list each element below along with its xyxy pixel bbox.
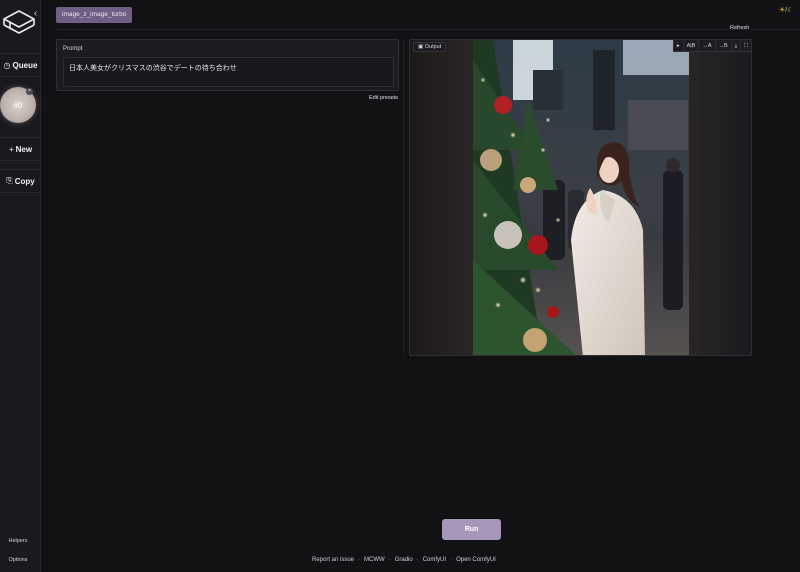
copy-icon: ⎘ bbox=[6, 176, 13, 185]
footer-separator: · bbox=[416, 557, 419, 563]
report-issue-link[interactable]: Report an issue bbox=[312, 557, 354, 563]
collapse-sidebar-button[interactable]: ‹ bbox=[31, 8, 40, 20]
send-to-a-button[interactable]: →A bbox=[699, 40, 716, 51]
queue-button[interactable]: ◷ Queue bbox=[0, 53, 41, 77]
panel-divider bbox=[403, 39, 404, 357]
edit-presets-button[interactable]: Edit presets bbox=[369, 95, 398, 101]
image-icon: ▣ bbox=[418, 44, 425, 50]
send-to-b-button[interactable]: →B bbox=[716, 40, 732, 51]
queue-label: Queue bbox=[12, 60, 38, 70]
run-button[interactable]: Run bbox=[442, 519, 501, 540]
prompt-label: Prompt bbox=[63, 46, 83, 52]
footer-separator: · bbox=[450, 557, 453, 563]
output-toolbar: ▸ A|B →A →B ⤓ ⛶ bbox=[672, 40, 751, 52]
helpers-link[interactable]: Helpers bbox=[0, 538, 36, 544]
new-label: New bbox=[15, 144, 33, 154]
prompt-input[interactable]: 日本人美女がクリスマスの渋谷でデートの待ち合わせ bbox=[63, 57, 394, 87]
output-panel: ▣ Output ▸ A|B →A →B ⤓ ⛶ bbox=[409, 39, 752, 356]
gradio-link[interactable]: Gradio bbox=[395, 557, 413, 563]
footer-links: Report an issue · MCWW · Gradio · ComfyUI · Open… bbox=[312, 557, 496, 563]
theme-toggle[interactable]: ☀/☾ bbox=[779, 6, 794, 14]
copy-button[interactable]: ⎘ Copy bbox=[0, 169, 41, 193]
new-button[interactable]: + New bbox=[0, 137, 41, 161]
header-divider bbox=[56, 29, 800, 30]
output-label: ▣ Output bbox=[413, 42, 447, 52]
remove-job-icon[interactable]: × bbox=[26, 88, 33, 95]
options-link[interactable]: Options bbox=[0, 557, 36, 563]
footer-separator: · bbox=[388, 557, 391, 563]
clock-icon: ◷ bbox=[3, 60, 11, 70]
sidebar: ‹ ◷ Queue #0 × + New ⎘ Copy Helpers Opti… bbox=[0, 0, 41, 572]
play-icon[interactable]: ▸ bbox=[674, 40, 684, 51]
moon-icon: ☾ bbox=[787, 7, 794, 14]
fullscreen-icon[interactable]: ⛶ bbox=[741, 40, 751, 51]
copy-label: Copy bbox=[14, 176, 35, 186]
output-label-text: Output bbox=[424, 44, 442, 50]
footer-separator: · bbox=[358, 557, 361, 563]
queue-job-item[interactable]: #0 × bbox=[0, 82, 41, 136]
model-selector-tab[interactable]: image_z_image_turbo bbox=[56, 7, 133, 23]
output-image[interactable] bbox=[473, 40, 689, 356]
plus-icon: + bbox=[8, 144, 14, 154]
comfyui-link[interactable]: ComfyUI bbox=[423, 557, 446, 563]
refresh-button[interactable]: Refresh bbox=[730, 25, 749, 31]
prompt-panel: Prompt 日本人美女がクリスマスの渋谷でデートの待ち合わせ bbox=[56, 39, 399, 91]
open-comfyui-link[interactable]: Open ComfyUI bbox=[456, 557, 496, 563]
job-badge: #0 bbox=[13, 100, 23, 110]
compare-ab-button[interactable]: A|B bbox=[684, 40, 700, 51]
mcww-link[interactable]: MCWW bbox=[364, 557, 385, 563]
download-icon[interactable]: ⤓ bbox=[732, 40, 742, 51]
